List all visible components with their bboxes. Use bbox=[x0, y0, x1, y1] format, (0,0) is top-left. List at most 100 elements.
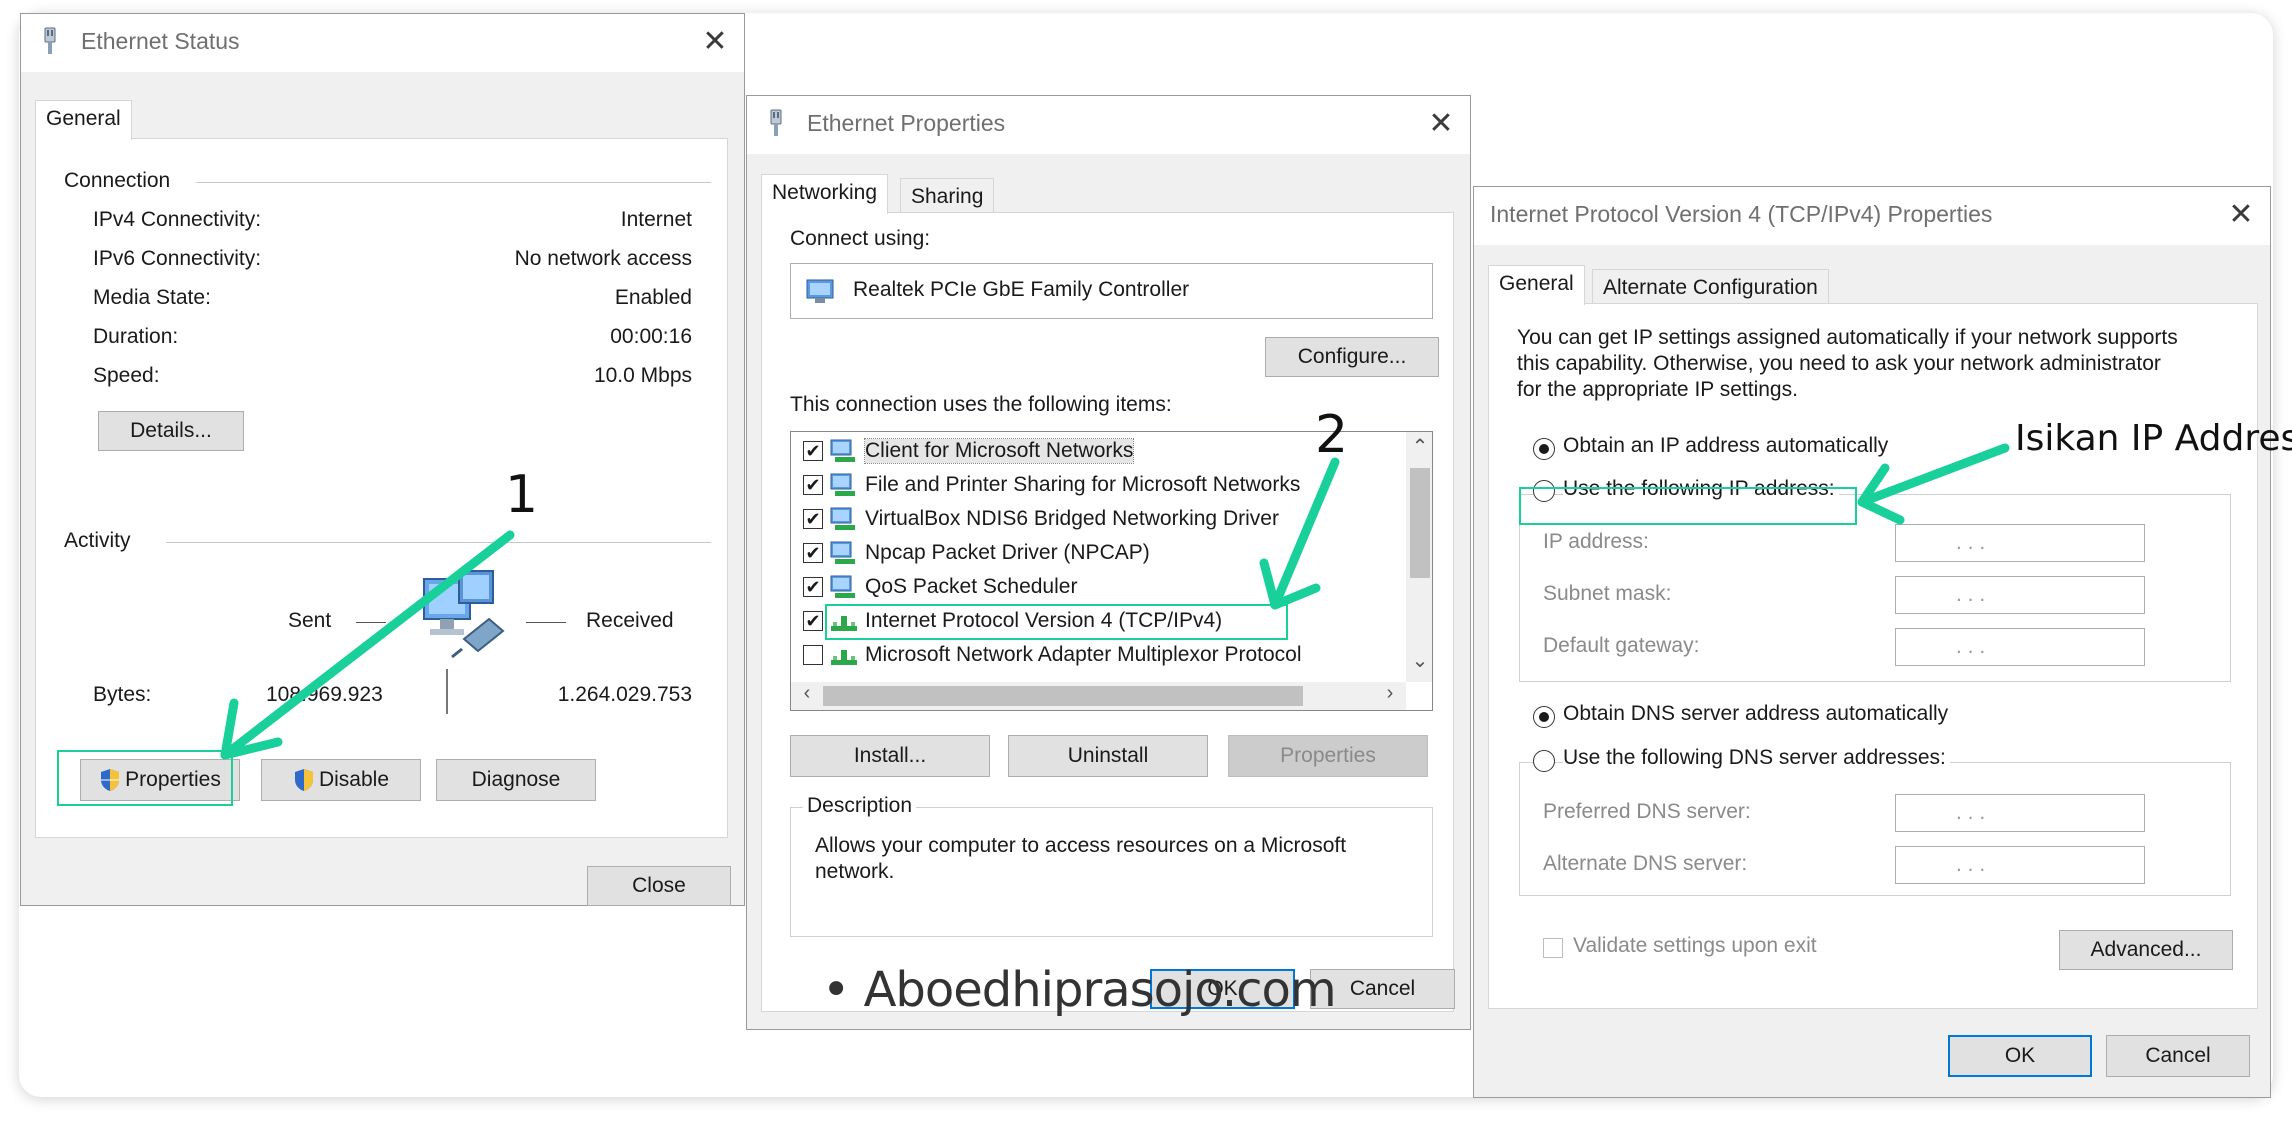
network-service-icon bbox=[830, 575, 855, 598]
divider bbox=[196, 182, 711, 183]
list-item[interactable]: Microsoft Network Adapter Multiplexor Pr… bbox=[803, 640, 1302, 670]
intro-text-line3: for the appropriate IP settings. bbox=[1517, 378, 1798, 401]
item-checkbox[interactable]: ✔ bbox=[803, 509, 823, 529]
subnet-mask-field[interactable]: . . . bbox=[1895, 576, 2145, 614]
horizontal-scrollbar[interactable]: ‹ › bbox=[791, 682, 1406, 710]
close-icon[interactable]: ✕ bbox=[1418, 102, 1464, 148]
list-item[interactable]: ✔ QoS Packet Scheduler bbox=[803, 572, 1077, 602]
tab-networking[interactable]: Networking bbox=[761, 174, 889, 214]
default-gateway-field[interactable]: . . . bbox=[1895, 628, 2145, 666]
ipv4-properties-dialog: Internet Protocol Version 4 (TCP/IPv4) P… bbox=[1473, 186, 2271, 1098]
list-item-label: Microsoft Network Adapter Multiplexor Pr… bbox=[865, 643, 1302, 666]
description-label: Description bbox=[803, 794, 917, 818]
obtain-ip-auto-label[interactable]: Obtain an IP address automatically bbox=[1563, 434, 1888, 458]
tab-alternate-configuration[interactable]: Alternate Configuration bbox=[1592, 269, 1829, 305]
duration-value: 00:00:16 bbox=[610, 325, 692, 348]
use-following-dns-label[interactable]: Use the following DNS server addresses: bbox=[1563, 746, 1950, 770]
list-item[interactable]: ✔ File and Printer Sharing for Microsoft … bbox=[803, 470, 1300, 500]
list-item-label: File and Printer Sharing for Microsoft N… bbox=[865, 473, 1301, 496]
use-following-dns-radio[interactable] bbox=[1533, 750, 1555, 772]
list-item[interactable]: ✔ Npcap Packet Driver (NPCAP) bbox=[803, 538, 1150, 568]
tab-sharing[interactable]: Sharing bbox=[900, 178, 995, 214]
description-group: Description Allows your computer to acce… bbox=[790, 794, 1433, 937]
duration-label: Duration: bbox=[93, 325, 179, 348]
vertical-scrollbar[interactable]: ⌃ ⌄ bbox=[1406, 432, 1432, 682]
general-page: Connection IPv4 Connectivity: Internet I… bbox=[35, 138, 728, 838]
cancel-button[interactable]: Cancel bbox=[2106, 1035, 2250, 1077]
network-computers-icon bbox=[423, 570, 505, 659]
list-item-label: Npcap Packet Driver (NPCAP) bbox=[865, 541, 1150, 564]
use-following-ip-highlight bbox=[1519, 487, 1857, 525]
install-button[interactable]: Install... bbox=[790, 735, 990, 777]
step-2-label: 2 bbox=[1315, 405, 1349, 465]
close-icon[interactable]: ✕ bbox=[692, 20, 738, 66]
obtain-dns-auto-label[interactable]: Obtain DNS server address automatically bbox=[1563, 702, 1948, 726]
network-adapter-icon bbox=[806, 279, 834, 303]
adapter-name: Realtek PCIe GbE Family Controller bbox=[853, 278, 1190, 301]
sent-dash bbox=[356, 622, 386, 623]
ip-address-field[interactable]: . . . bbox=[1895, 524, 2145, 562]
item-checkbox[interactable]: ✔ bbox=[803, 475, 823, 495]
sent-label: Sent bbox=[288, 609, 332, 632]
bytes-sent-value: 108.969.923 bbox=[266, 683, 383, 706]
validate-checkbox[interactable] bbox=[1543, 938, 1563, 958]
scroll-thumb[interactable] bbox=[1410, 468, 1430, 578]
close-icon[interactable]: ✕ bbox=[2218, 193, 2264, 239]
received-dash bbox=[526, 622, 566, 623]
ipv6-connectivity-label: IPv6 Connectivity: bbox=[93, 247, 262, 270]
bytes-divider bbox=[446, 669, 448, 714]
list-item[interactable]: ✔ Client for Microsoft Networks bbox=[803, 436, 1135, 466]
close-button[interactable]: Close bbox=[587, 866, 731, 906]
item-checkbox[interactable]: ✔ bbox=[803, 577, 823, 597]
network-service-icon bbox=[830, 541, 855, 564]
list-item[interactable]: ✔ VirtualBox NDIS6 Bridged Networking Dri… bbox=[803, 504, 1279, 534]
scroll-left-icon[interactable]: ‹ bbox=[793, 682, 821, 705]
item-checkbox[interactable]: ✔ bbox=[803, 611, 823, 631]
ip-address-label: IP address: bbox=[1543, 530, 1649, 553]
items-label: This connection uses the following items… bbox=[790, 393, 1172, 416]
adapter-field: Realtek PCIe GbE Family Controller bbox=[790, 263, 1433, 319]
alternate-dns-label: Alternate DNS server: bbox=[1543, 852, 1748, 875]
uninstall-button[interactable]: Uninstall bbox=[1008, 735, 1208, 777]
scroll-down-icon[interactable]: ⌄ bbox=[1406, 648, 1432, 673]
bytes-received-value: 1.264.029.753 bbox=[557, 683, 692, 706]
default-gateway-label: Default gateway: bbox=[1543, 634, 1700, 657]
intro-text-line2: this capability. Otherwise, you need to … bbox=[1517, 352, 2161, 375]
isikan-ip-address-label: Isikan IP Address bbox=[2015, 418, 2292, 459]
ip-dots: . . . bbox=[1956, 635, 1986, 658]
scroll-up-icon[interactable]: ⌃ bbox=[1406, 434, 1432, 459]
diagnose-button[interactable]: Diagnose bbox=[436, 759, 596, 801]
speed-label: Speed: bbox=[93, 364, 160, 387]
validate-label: Validate settings upon exit bbox=[1573, 934, 1817, 957]
uac-shield-icon bbox=[294, 769, 313, 791]
preferred-dns-field[interactable]: . . . bbox=[1895, 794, 2145, 832]
details-button[interactable]: Details... bbox=[98, 411, 244, 451]
item-checkbox[interactable]: ✔ bbox=[803, 441, 823, 461]
ipv4-connectivity-label: IPv4 Connectivity: bbox=[93, 208, 262, 231]
scroll-right-icon[interactable]: › bbox=[1376, 682, 1404, 705]
intro-text-line1: You can get IP settings assigned automat… bbox=[1517, 326, 2178, 349]
speed-value: 10.0 Mbps bbox=[593, 364, 692, 387]
obtain-ip-auto-radio[interactable] bbox=[1533, 438, 1555, 460]
item-checkbox[interactable]: ✔ bbox=[803, 543, 823, 563]
disable-button[interactable]: Disable bbox=[261, 759, 421, 801]
item-checkbox[interactable] bbox=[803, 645, 823, 665]
list-item-label: VirtualBox NDIS6 Bridged Networking Driv… bbox=[865, 507, 1279, 530]
received-label: Received bbox=[586, 609, 674, 632]
network-adapter-icon bbox=[770, 109, 782, 136]
advanced-button[interactable]: Advanced... bbox=[2059, 930, 2233, 970]
ok-button[interactable]: OK bbox=[1948, 1035, 2092, 1077]
configure-button[interactable]: Configure... bbox=[1265, 337, 1439, 377]
ipv6-connectivity-value: No network access bbox=[514, 247, 692, 270]
items-list[interactable]: ✔ Client for Microsoft Networks ✔ File and … bbox=[790, 431, 1433, 711]
tab-general[interactable]: General bbox=[1488, 265, 1585, 305]
properties-highlight bbox=[57, 750, 233, 806]
tab-general[interactable]: General bbox=[35, 100, 132, 140]
obtain-dns-auto-radio[interactable] bbox=[1533, 706, 1555, 728]
dialog-body: Networking Sharing Connect using: Realte… bbox=[747, 154, 1470, 1029]
alternate-dns-field[interactable]: . . . bbox=[1895, 846, 2145, 884]
ipv4-item-highlight bbox=[825, 604, 1288, 640]
screenshot-canvas: Ethernet Status ✕ General Connection IPv… bbox=[0, 0, 2292, 1124]
scroll-thumb[interactable] bbox=[823, 686, 1303, 706]
item-properties-button[interactable]: Properties bbox=[1228, 735, 1428, 777]
